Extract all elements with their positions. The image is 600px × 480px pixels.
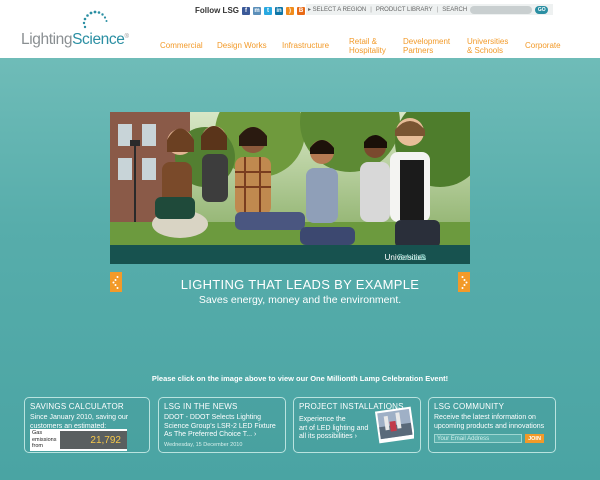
logo-text-lighting: Lighting [21, 31, 73, 48]
logo-text-science: Science [72, 31, 125, 48]
savings-calculator-card[interactable]: SAVINGS CALCULATOR Since January 2010, s… [24, 397, 150, 453]
follow-lsg: Follow LSG f m t in ) B [195, 6, 305, 15]
registered-mark: ® [124, 33, 129, 40]
project-thumbnail-image[interactable] [375, 405, 414, 445]
savings-metric-label: Gas emissions from [32, 430, 57, 449]
myspace-icon[interactable]: m [253, 6, 261, 15]
news-date: Wednesday, 15 December 2010 [164, 442, 243, 448]
rss-icon[interactable]: ) [286, 6, 294, 15]
logo-dots-arc-icon [82, 10, 108, 29]
project-link[interactable]: Experience the art of LED lighting and a… [299, 416, 368, 442]
select-region-link[interactable]: ▸ SELECT A REGION [308, 6, 366, 13]
search-label: SEARCH [442, 6, 468, 13]
search-input[interactable] [470, 5, 533, 14]
students-photo [110, 112, 470, 264]
card-title: LSG IN THE NEWS [164, 402, 238, 411]
savings-readout: Gas emissions from 21,792 [30, 429, 127, 451]
follow-label: Follow LSG [195, 6, 239, 15]
linkedin-icon[interactable]: in [275, 6, 283, 15]
savings-value: 21,792 [60, 431, 127, 449]
celebration-event-link[interactable]: Please click on the image above to view … [0, 374, 600, 383]
card-title: SAVINGS CALCULATOR [30, 402, 124, 411]
divider: | [436, 6, 439, 13]
community-card: LSG COMMUNITY Receive the latest informa… [428, 397, 556, 453]
project-installations-card[interactable]: PROJECT INSTALLATIONS Experience the art… [293, 397, 421, 453]
product-library-link[interactable]: PRODUCT LIBRARY [376, 7, 433, 13]
hero-tagline: LIGHTING THAT LEADS BY EXAMPLE [180, 277, 420, 292]
nav-corporate[interactable]: Corporate [525, 41, 561, 50]
hero-subline: Saves energy, money and the environment. [198, 294, 402, 306]
email-signup-input[interactable]: Your Email Address [434, 434, 522, 443]
news-headline-link[interactable]: DDOT - DDOT Selects Lighting Science Gro… [164, 414, 276, 440]
join-button[interactable]: JOIN [525, 434, 544, 443]
nav-design-works[interactable]: Design Works [217, 41, 267, 50]
nav-infrastructure[interactable]: Infrastructure [282, 41, 329, 50]
caption-schools: Schools [397, 253, 426, 262]
search-go-button[interactable]: GO [535, 5, 549, 14]
utility-bar: ▸ SELECT A REGION | PRODUCT LIBRARY | SE… [306, 4, 553, 15]
nav-development-partners[interactable]: Development Partners [403, 37, 450, 55]
nav-universities-schools[interactable]: Universities & Schools [467, 37, 508, 55]
card-body: Receive the latest information on upcomi… [434, 414, 545, 430]
nav-retail-hospitality[interactable]: Retail & Hospitality [349, 37, 386, 55]
site-header: LightingScience® Follow LSG f m t in ) B… [0, 0, 600, 58]
blog-icon[interactable]: B [297, 6, 305, 15]
divider: | [370, 6, 372, 13]
facebook-icon[interactable]: f [242, 6, 250, 15]
lighting-science-logo[interactable]: LightingScience® [21, 10, 133, 51]
card-title: LSG COMMUNITY [434, 402, 505, 411]
nav-commercial[interactable]: Commercial [160, 41, 203, 50]
twitter-icon[interactable]: t [264, 6, 272, 15]
hero-caption-bar: Universities & Schools [110, 245, 470, 264]
hero-banner-image[interactable]: Universities & Schools [110, 112, 470, 264]
news-card[interactable]: LSG IN THE NEWS DDOT - DDOT Selects Ligh… [158, 397, 286, 453]
